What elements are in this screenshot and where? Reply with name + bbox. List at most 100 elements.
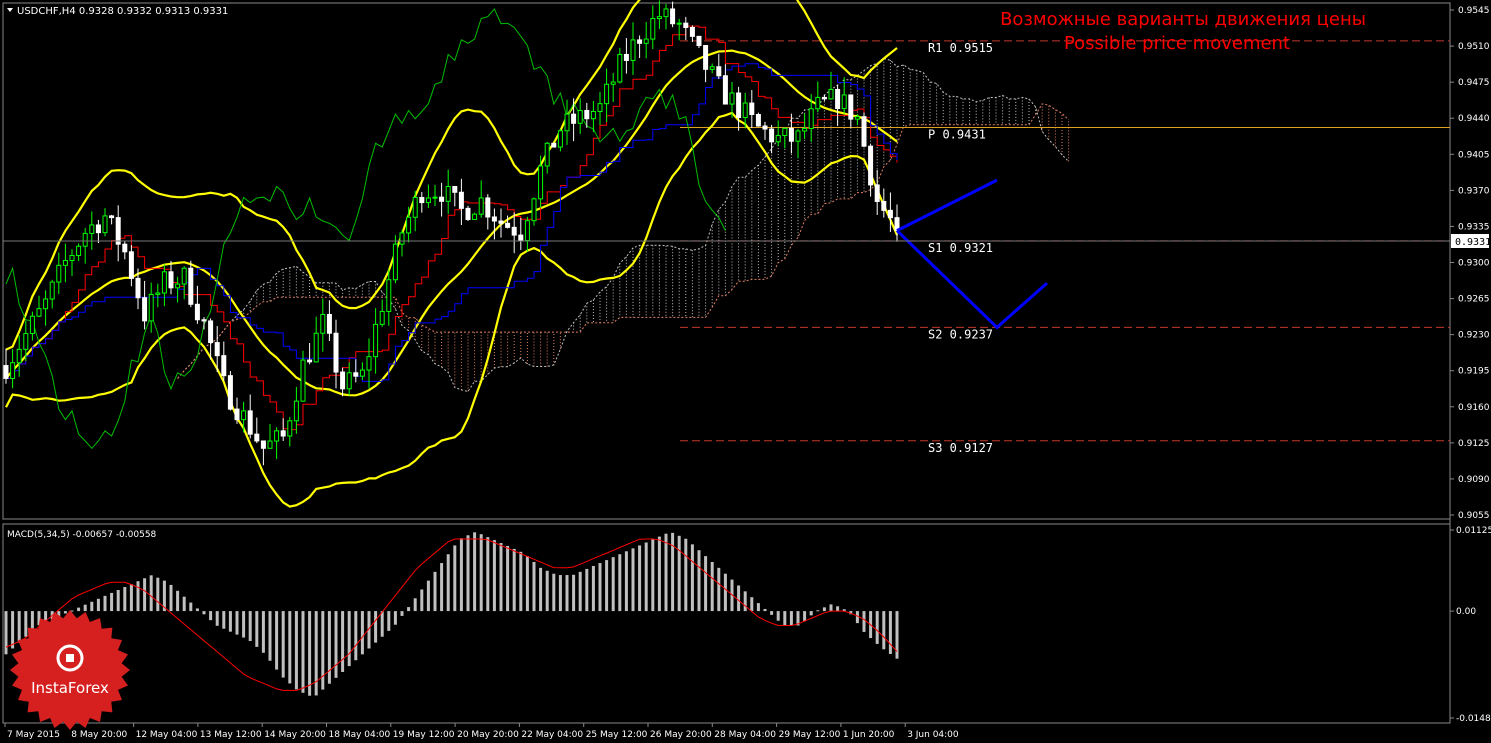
- bull-candle: [656, 16, 662, 20]
- bull-candle: [854, 116, 860, 120]
- bull-candle: [663, 8, 669, 18]
- bear-candle: [234, 408, 240, 421]
- bear-candle: [722, 75, 728, 105]
- pivot-label-r1: R1 0.9515: [928, 41, 993, 55]
- bull-candle: [610, 81, 616, 85]
- bear-candle: [505, 222, 511, 228]
- macd-bar: [585, 568, 589, 612]
- bull-candle: [729, 92, 735, 105]
- time-tick-label: 22 May 04:00: [521, 730, 583, 740]
- macd-bar: [242, 611, 246, 638]
- macd-bar: [638, 545, 642, 612]
- time-tick-label: 13 May 12:00: [200, 730, 262, 740]
- bear-candle: [128, 251, 134, 279]
- macd-bar: [123, 587, 127, 612]
- time-tick-label: 1 Jun 20:00: [843, 730, 895, 740]
- bull-candle: [175, 283, 181, 289]
- bear-candle: [353, 372, 359, 377]
- bull-candle: [29, 315, 35, 335]
- bear-candle: [835, 88, 841, 110]
- bear-candle: [518, 234, 524, 242]
- bear-candle: [340, 371, 346, 390]
- bull-candle: [399, 232, 405, 245]
- bull-candle: [828, 88, 834, 100]
- bear-candle: [188, 267, 194, 305]
- macd-bar: [110, 592, 114, 612]
- bear-candle: [452, 186, 458, 193]
- macd-bar: [776, 611, 780, 621]
- macd-bar: [743, 591, 747, 612]
- macd-bar: [690, 544, 694, 612]
- macd-bar: [473, 532, 477, 612]
- macd-bar: [803, 611, 807, 622]
- bear-candle: [821, 96, 827, 100]
- bull-candle: [89, 224, 95, 234]
- macd-bar: [862, 611, 866, 632]
- macd-bar: [275, 611, 279, 670]
- macd-bar: [308, 611, 312, 696]
- bull-candle: [62, 260, 68, 266]
- macd-bar: [664, 533, 668, 612]
- macd-tick-label: 0.01125: [1456, 526, 1491, 536]
- bull-candle: [643, 38, 649, 44]
- bull-candle: [379, 310, 385, 325]
- bear-candle: [260, 440, 266, 449]
- bear-candle: [142, 297, 148, 322]
- price-tick-label: 0.9265: [1458, 295, 1490, 305]
- macd-bar: [789, 611, 793, 626]
- macd-bar: [222, 611, 226, 629]
- bull-candle: [181, 267, 187, 285]
- bear-candle: [623, 53, 629, 61]
- macd-bar: [677, 535, 681, 612]
- macd-bar: [875, 611, 879, 644]
- bull-candle: [300, 359, 306, 402]
- bull-candle: [293, 400, 299, 422]
- bear-candle: [848, 94, 854, 120]
- macd-bar: [189, 602, 193, 612]
- symbol-header: USDCHF,H4 0.9328 0.9332 0.9313 0.9331: [17, 6, 228, 17]
- bull-candle: [742, 102, 748, 118]
- macd-bar: [512, 548, 516, 612]
- bear-candle: [762, 125, 768, 130]
- bull-candle: [538, 165, 544, 200]
- time-tick-label: 29 May 12:00: [779, 730, 841, 740]
- macd-bar: [836, 606, 840, 612]
- bull-candle: [155, 292, 161, 295]
- bear-candle: [571, 113, 577, 124]
- macd-bar: [63, 611, 67, 614]
- price-tick-label: 0.9125: [1458, 439, 1490, 449]
- bull-candle: [320, 313, 326, 334]
- bull-candle: [43, 298, 49, 310]
- time-axis: 7 May 2015 8 May 20:00 12 May 04:00 13 May …: [4, 723, 959, 740]
- bear-candle: [247, 410, 253, 435]
- price-tick-label: 0.9370: [1458, 186, 1490, 196]
- time-tick-label: 18 May 04:00: [329, 730, 391, 740]
- bull-candle: [241, 410, 247, 421]
- macd-bar: [710, 561, 714, 612]
- bull-candle: [287, 420, 293, 437]
- bull-candle: [795, 130, 801, 142]
- price-tick-label: 0.9405: [1458, 150, 1490, 160]
- macd-bar: [532, 561, 536, 612]
- macd-bar: [235, 611, 239, 635]
- macd-bar: [294, 611, 298, 690]
- macd-bar: [228, 611, 232, 632]
- macd-bar: [770, 611, 774, 615]
- macd-bar: [202, 611, 206, 615]
- macd-bar: [360, 611, 364, 655]
- macd-bar: [387, 611, 391, 631]
- time-tick-label: 19 May 12:00: [393, 730, 455, 740]
- bear-candle: [214, 342, 220, 357]
- macd-bar: [96, 598, 100, 612]
- bear-candle: [122, 243, 128, 253]
- macd-bar: [149, 575, 153, 612]
- macd-bar: [525, 556, 529, 612]
- macd-bar: [486, 537, 490, 612]
- macd-bar: [822, 607, 826, 612]
- macd-bar: [77, 607, 81, 612]
- bear-candle: [109, 215, 115, 219]
- macd-bar: [591, 565, 595, 612]
- bull-candle: [802, 127, 808, 132]
- macd-bar: [506, 545, 510, 612]
- macd-bar: [816, 610, 820, 612]
